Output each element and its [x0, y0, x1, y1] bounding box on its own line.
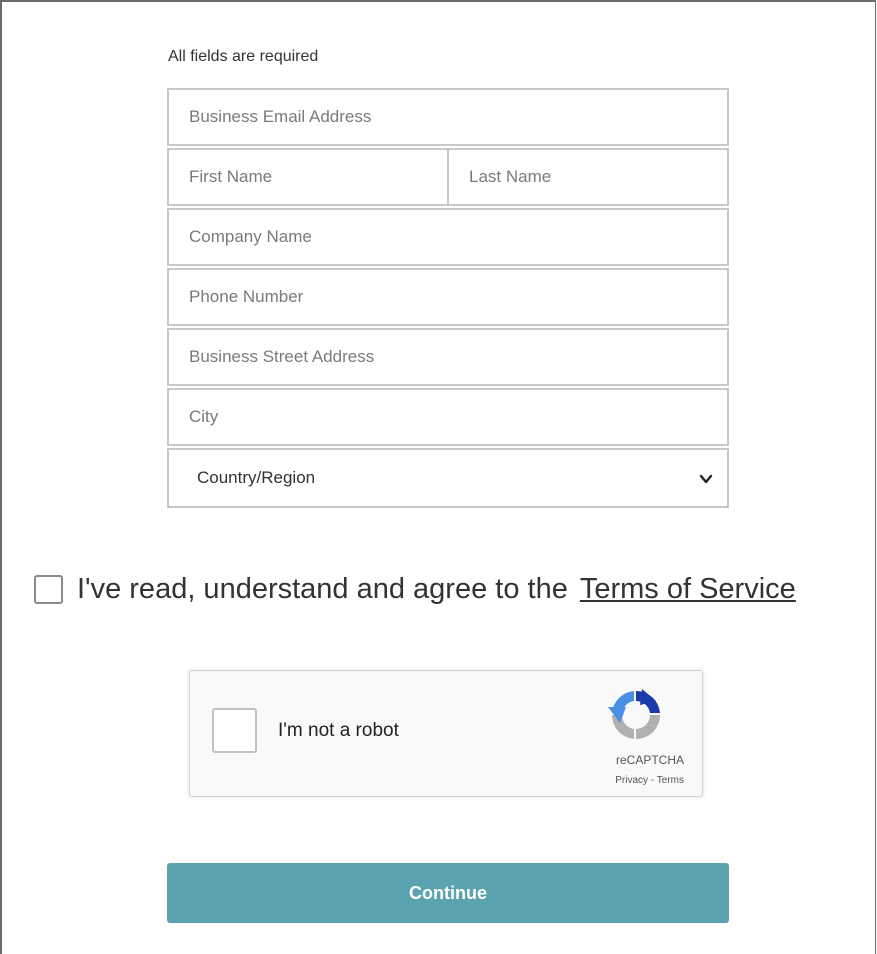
recaptcha-logo-icon: [608, 689, 660, 739]
recaptcha-link-separator: -: [648, 775, 657, 786]
email-field-container: [167, 88, 729, 146]
recaptcha-widget: I'm not a robot reCAPTCHA Privacy - Term…: [189, 670, 703, 797]
country-region-select[interactable]: Country/Region: [167, 448, 729, 508]
recaptcha-checkbox[interactable]: [212, 708, 257, 753]
recaptcha-brand-text: reCAPTCHA: [615, 753, 684, 767]
name-row: [167, 148, 729, 206]
recaptcha-terms-link[interactable]: Terms: [657, 775, 684, 786]
company-name-input[interactable]: [169, 210, 727, 264]
continue-button[interactable]: Continue: [167, 863, 729, 923]
business-email-input[interactable]: [169, 90, 727, 144]
recaptcha-links: Privacy - Terms: [615, 775, 684, 786]
first-name-container: [167, 148, 449, 206]
last-name-container: [449, 148, 729, 206]
terms-agreement-text: I've read, understand and agree to the: [77, 573, 568, 605]
terms-checkbox[interactable]: [34, 575, 63, 604]
terms-agreement-row: I've read, understand and agree to the T…: [34, 573, 796, 606]
terms-of-service-link[interactable]: Terms of Service: [580, 573, 796, 606]
street-field-container: [167, 328, 729, 386]
recaptcha-privacy-link[interactable]: Privacy: [615, 775, 648, 786]
required-fields-note: All fields are required: [168, 48, 319, 65]
signup-form: Country/Region: [167, 88, 729, 508]
chevron-down-icon: [699, 474, 713, 484]
phone-number-input[interactable]: [169, 270, 727, 324]
last-name-input[interactable]: [449, 150, 727, 204]
city-input[interactable]: [169, 390, 727, 444]
phone-field-container: [167, 268, 729, 326]
company-field-container: [167, 208, 729, 266]
country-region-value: Country/Region: [197, 468, 316, 487]
business-street-input[interactable]: [169, 330, 727, 384]
first-name-input[interactable]: [169, 150, 447, 204]
recaptcha-label: I'm not a robot: [278, 720, 399, 741]
city-field-container: [167, 388, 729, 446]
